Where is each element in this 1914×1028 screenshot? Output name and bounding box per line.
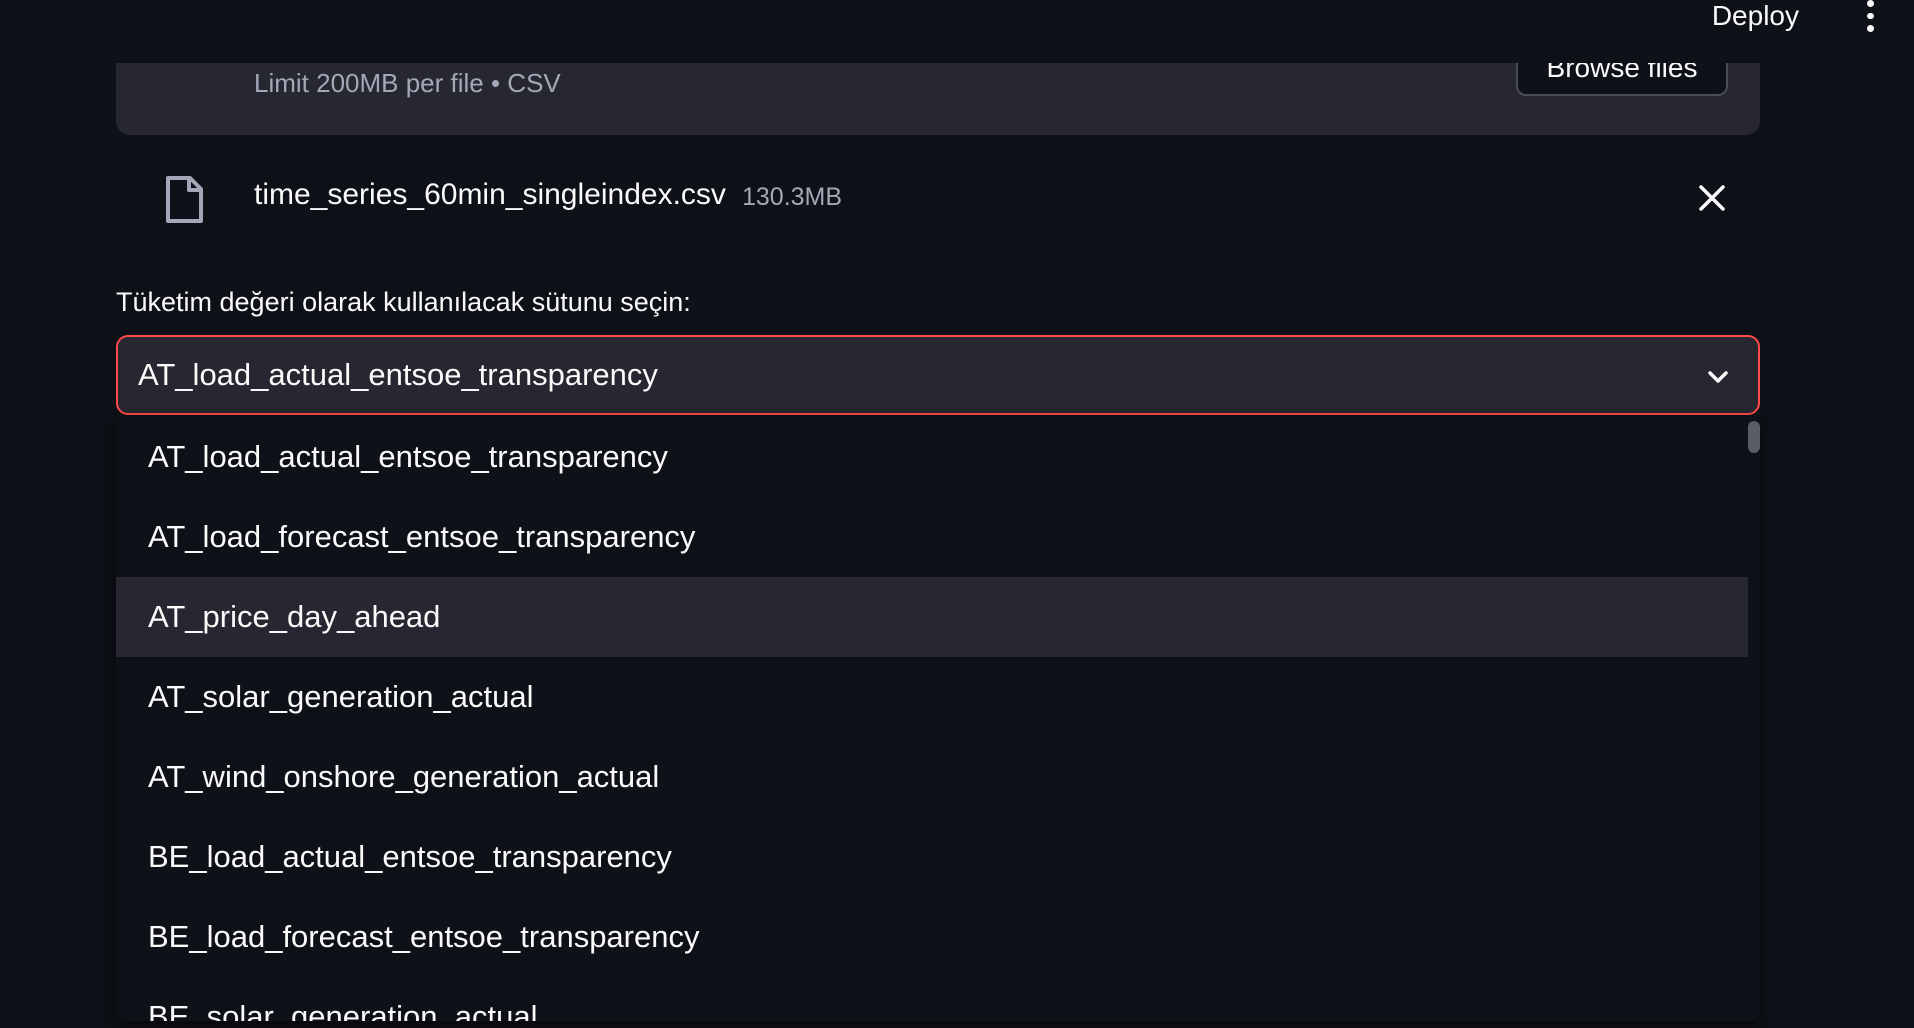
uploaded-file-size: 130.3MB <box>742 183 843 211</box>
select-option[interactable]: AT_load_forecast_entsoe_transparency <box>116 497 1748 577</box>
uploaded-file-row: time_series_60min_singleindex.csv 130.3M… <box>116 160 1760 236</box>
select-option[interactable]: AT_solar_generation_actual <box>116 657 1748 737</box>
file-icon <box>166 176 203 223</box>
app-header: Deploy <box>0 0 1914 63</box>
select-option[interactable]: BE_load_forecast_entsoe_transparency <box>116 897 1748 977</box>
dropdown-scrollbar-thumb[interactable] <box>1748 421 1760 453</box>
upload-limit-text: Limit 200MB per file • CSV <box>254 68 561 98</box>
select-option[interactable]: AT_wind_onshore_generation_actual <box>116 737 1748 817</box>
main-menu-kebab-icon[interactable] <box>1860 0 1880 33</box>
remove-file-close-icon[interactable] <box>1696 182 1728 214</box>
deploy-button[interactable]: Deploy <box>1712 0 1799 32</box>
column-select-value: AT_load_actual_entsoe_transparency <box>138 357 658 392</box>
column-select-label: Tüketim değeri olarak kullanılacak sütun… <box>116 287 691 317</box>
column-select-dropdown[interactable]: AT_load_actual_entsoe_transparency AT_lo… <box>116 417 1760 1021</box>
select-option[interactable]: BE_solar_generation_actual <box>116 977 1748 1021</box>
select-option[interactable]: AT_load_actual_entsoe_transparency <box>116 417 1748 497</box>
uploaded-file-name: time_series_60min_singleindex.csv <box>254 178 726 211</box>
select-option[interactable]: BE_load_actual_entsoe_transparency <box>116 817 1748 897</box>
select-option-hovered[interactable]: AT_price_day_ahead <box>116 577 1748 657</box>
column-select[interactable]: AT_load_actual_entsoe_transparency <box>116 335 1760 415</box>
chevron-down-icon <box>1708 371 1728 383</box>
